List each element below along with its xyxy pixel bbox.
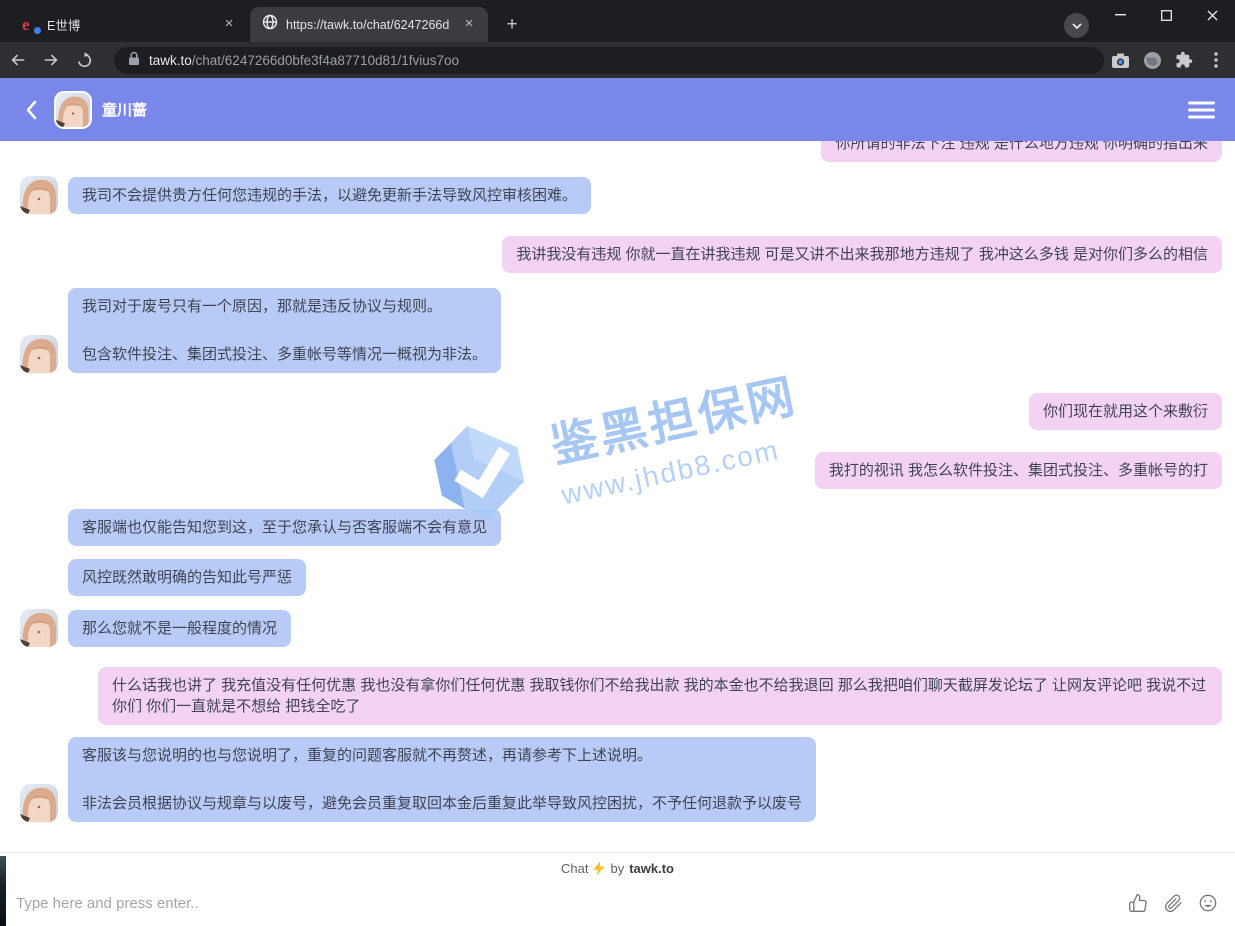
- chevron-down-icon: [1072, 23, 1082, 29]
- agent-message-bubble: 客服端也仅能告知您到这，至于您承认与否客服端不会有意见: [68, 509, 501, 546]
- tab-close-icon[interactable]: ×: [220, 16, 238, 34]
- agent-message-bubble: 那么您就不是一般程度的情况: [68, 610, 291, 647]
- message-text: 我司不会提供贵方任何您违规的手法，以避免更新手法导致风控审核困难。: [82, 185, 577, 206]
- notification-dot: [34, 27, 41, 34]
- agent-avatar: [20, 609, 58, 647]
- message-text: 我司对于废号只有一个原因，那就是违反协议与规则。: [82, 296, 487, 317]
- tab-title: https://tawk.to/chat/6247266d: [286, 18, 452, 32]
- agent-message-bubble: 我司不会提供贵方任何您违规的手法，以避免更新手法导致风控审核困难。: [68, 177, 591, 214]
- message-input-row: [0, 880, 1235, 926]
- message-text: 非法会员根据协议与规章与以废号，避免会员重复取回本金后重复此举导致风控困扰，不予…: [82, 793, 802, 814]
- agent-message-bubble: 风控既然敢明确的告知此号严惩: [68, 559, 306, 596]
- message-text: 我讲我没有违规 你就一直在讲我违规 可是又讲不出来我那地方违规了 我冲这么多钱 …: [516, 244, 1208, 265]
- message-text: 包含软件投注、集团式投注、多重帐号等情况一概视为非法。: [82, 344, 487, 365]
- agent-name: 童川蔷: [102, 99, 147, 120]
- back-button[interactable]: [3, 45, 33, 75]
- address-bar[interactable]: tawk.to/chat/6247266d0bfe3f4a87710d81/1f…: [114, 47, 1104, 74]
- window-controls: [1097, 0, 1235, 30]
- camera-extension-icon[interactable]: [1107, 47, 1133, 73]
- message-text: 你们现在就用这个来敷衍: [1043, 401, 1208, 422]
- agent-message-bubble: 客服该与您说明的也与您说明了，重复的问题客服就不再赘述，再请参考下上述说明。 非…: [68, 737, 816, 822]
- message-text: 风控既然敢明确的告知此号严惩: [82, 567, 292, 588]
- agent-message-bubble: 我司对于废号只有一个原因，那就是违反协议与规则。 包含软件投注、集团式投注、多重…: [68, 288, 501, 373]
- message-row: 你们现在就用这个来敷衍: [0, 393, 1235, 430]
- message-text: 那么您就不是一般程度的情况: [82, 618, 277, 639]
- close-window-button[interactable]: [1189, 0, 1235, 30]
- tab-overflow-menu-button[interactable]: [1064, 13, 1089, 38]
- desktop-background-sliver: [0, 856, 6, 926]
- tawk-branding[interactable]: Chat by tawk.to: [0, 853, 1235, 876]
- agent-avatar: [54, 91, 92, 129]
- message-row: 风控既然敢明确的告知此号严惩: [0, 559, 1235, 596]
- browser-menu-icon[interactable]: [1203, 47, 1229, 73]
- agent-avatar: [20, 335, 58, 373]
- new-tab-button[interactable]: +: [500, 13, 524, 37]
- chat-menu-icon[interactable]: [1188, 101, 1215, 118]
- visitor-message-bubble: 我打的视讯 我怎么软件投注、集团式投注、多重帐号的打: [815, 452, 1222, 489]
- message-row: 我司对于废号只有一个原因，那就是违反协议与规则。 包含软件投注、集团式投注、多重…: [0, 288, 1235, 373]
- brand-connector: by: [610, 861, 624, 876]
- avatar-slot: [20, 609, 68, 647]
- message-row: 我司不会提供贵方任何您违规的手法，以避免更新手法导致风控审核困难。: [0, 176, 1235, 214]
- emoji-smiley-icon[interactable]: [1197, 892, 1219, 914]
- agent-avatar: [20, 784, 58, 822]
- browser-window: e E世博 × https://tawk.to/chat/6247266d × …: [0, 0, 1235, 926]
- message-row: 我打的视讯 我怎么软件投注、集团式投注、多重帐号的打: [0, 452, 1235, 489]
- message-text: 我打的视讯 我怎么软件投注、集团式投注、多重帐号的打: [829, 460, 1208, 481]
- lightning-bolt-icon: [593, 861, 605, 876]
- message-row: 客服该与您说明的也与您说明了，重复的问题客服就不再赘述，再请参考下上述说明。 非…: [0, 737, 1235, 822]
- back-chevron-icon[interactable]: [18, 97, 44, 123]
- message-row: 什么话我也讲了 我充值没有任何优惠 我也没有拿你们任何优惠 我取钱你们不给我出款…: [0, 667, 1235, 725]
- chat-header: 童川蔷: [0, 78, 1235, 141]
- chat-message-list: 你所谓的非法下注 违规 是什么地方违规 你明确的指出来 我司不会提供贵方任何您违…: [0, 141, 1235, 852]
- globe-extension-icon[interactable]: [1139, 47, 1165, 73]
- message-row: 客服端也仅能告知您到这，至于您承认与否客服端不会有意见: [0, 509, 1235, 546]
- avatar-slot: [20, 784, 68, 822]
- tab-strip: e E世博 × https://tawk.to/chat/6247266d × …: [0, 0, 1235, 42]
- brand-prefix: Chat: [561, 861, 588, 876]
- lock-icon: [128, 51, 140, 71]
- visitor-message-bubble: 什么话我也讲了 我充值没有任何优惠 我也没有拿你们任何优惠 我取钱你们不给我出款…: [98, 667, 1222, 725]
- avatar-slot: [20, 335, 68, 373]
- tab-close-icon[interactable]: ×: [460, 16, 478, 34]
- visitor-message-bubble: 你们现在就用这个来敷衍: [1029, 393, 1222, 430]
- esball-favicon-icon: e: [22, 16, 39, 33]
- message-text: 客服该与您说明的也与您说明了，重复的问题客服就不再赘述，再请参考下上述说明。: [82, 745, 802, 766]
- globe-favicon-icon: [262, 14, 278, 35]
- tab-tawk-chat[interactable]: https://tawk.to/chat/6247266d ×: [250, 7, 488, 42]
- agent-avatar: [20, 176, 58, 214]
- url-text: tawk.to/chat/6247266d0bfe3f4a87710d81/1f…: [149, 53, 459, 68]
- tab-esball[interactable]: e E世博 ×: [10, 7, 248, 42]
- input-actions: [1127, 892, 1219, 914]
- message-input[interactable]: [16, 895, 1127, 912]
- maximize-button[interactable]: [1143, 0, 1189, 30]
- visitor-message-bubble: 你所谓的非法下注 违规 是什么地方违规 你明确的指出来: [821, 141, 1222, 162]
- message-text: 什么话我也讲了 我充值没有任何优惠 我也没有拿你们任何优惠 我取钱你们不给我出款…: [112, 675, 1208, 717]
- visitor-message-bubble: 我讲我没有违规 你就一直在讲我违规 可是又讲不出来我那地方违规了 我冲这么多钱 …: [502, 236, 1222, 273]
- thumbs-up-icon[interactable]: [1127, 892, 1149, 914]
- message-text: 客服端也仅能告知您到这，至于您承认与否客服端不会有意见: [82, 517, 487, 538]
- chat-footer: Chat by tawk.to: [0, 852, 1235, 926]
- message-text: 你所谓的非法下注 违规 是什么地方违规 你明确的指出来: [835, 141, 1208, 154]
- browser-toolbar: tawk.to/chat/6247266d0bfe3f4a87710d81/1f…: [0, 42, 1235, 78]
- extensions-puzzle-icon[interactable]: [1171, 47, 1197, 73]
- attachment-paperclip-icon[interactable]: [1162, 892, 1184, 914]
- avatar-slot: [20, 176, 68, 214]
- minimize-button[interactable]: [1097, 0, 1143, 30]
- message-row: 我讲我没有违规 你就一直在讲我违规 可是又讲不出来我那地方违规了 我冲这么多钱 …: [0, 236, 1235, 273]
- message-row: 你所谓的非法下注 违规 是什么地方违规 你明确的指出来: [0, 141, 1235, 162]
- reload-button[interactable]: [69, 45, 99, 75]
- forward-button[interactable]: [36, 45, 66, 75]
- tab-title: E世博: [47, 15, 212, 34]
- brand-name: tawk.to: [629, 861, 674, 876]
- message-row: 那么您就不是一般程度的情况: [0, 609, 1235, 647]
- toolbar-extensions: [1107, 42, 1229, 78]
